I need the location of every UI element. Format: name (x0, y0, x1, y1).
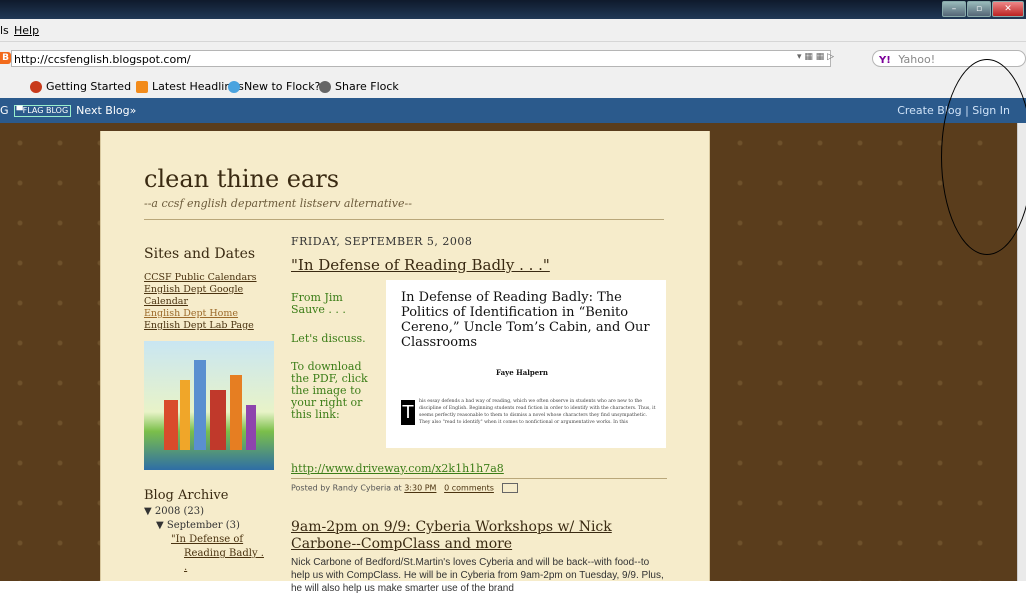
annotation-circle (941, 59, 1026, 255)
sidebar-heading: Sites and Dates (144, 246, 256, 262)
sidebar: Sites and Dates CCSF Public Calendars En… (144, 242, 274, 575)
flock-bird-icon (228, 80, 240, 93)
blog-title[interactable]: clean thine ears (144, 165, 339, 193)
blog-description: --a ccsf english department listserv alt… (144, 197, 412, 210)
drop-cap: T (401, 400, 415, 425)
bookmarks-toolbar: Getting Started Latest Headlines New to … (0, 75, 1026, 99)
archive-post-link-cont[interactable]: Reading Badly . . (184, 547, 264, 575)
paper-author: Faye Halpern (496, 368, 549, 377)
archive-month[interactable]: ▼ September (3) (156, 519, 264, 533)
sidebar-link[interactable]: English Dept Lab Page (144, 320, 264, 332)
divider (291, 478, 667, 479)
close-button[interactable]: ✕ (992, 1, 1024, 17)
share-icon (319, 80, 331, 93)
blogger-logo-fragment: G (0, 104, 9, 117)
blogger-favicon-icon: B (0, 52, 11, 64)
menu-item-help[interactable]: Help (14, 24, 39, 37)
email-post-icon[interactable] (502, 483, 519, 493)
menu-bar: ls Help (0, 19, 1026, 42)
pdf-download-link[interactable]: http://www.driveway.com/x2k1h1h7a8 (291, 462, 667, 475)
address-bar-tools-icon[interactable]: ▾ ▦ ▦ ▷ (797, 52, 834, 62)
paper-text: his essay defends a bad way of reading, … (419, 399, 656, 425)
post-date: FRIDAY, SEPTEMBER 5, 2008 (291, 235, 473, 248)
yahoo-logo-icon: Y! (879, 55, 891, 66)
post-download-text: To download the PDF, click the image to … (291, 360, 368, 421)
bookmark-getting-started[interactable]: Getting Started (30, 80, 131, 93)
post-time-link[interactable]: 3:30 PM (404, 484, 436, 493)
bookmark-label: New to Flock? (244, 80, 321, 93)
blogger-navbar: G ▀FLAG BLOG Next Blog» Create Blog | Si… (0, 98, 1026, 123)
pdf-preview-image[interactable]: In Defense of Reading Badly: The Politic… (386, 280, 666, 448)
sidebar-links: CCSF Public Calendars English Dept Googl… (144, 272, 264, 332)
post-title[interactable]: 9am-2pm on 9/9: Cyberia Workshops w/ Nic… (291, 519, 667, 553)
flag-blog-button[interactable]: ▀FLAG BLOG (13, 104, 72, 117)
post-body: From Jim Sauve . . . Let's discuss. To d… (291, 280, 667, 458)
sidebar-link[interactable]: English Dept Google Calendar (144, 284, 264, 308)
post-title[interactable]: "In Defense of Reading Badly . . ." (291, 256, 667, 274)
sidebar-link[interactable]: CCSF Public Calendars (144, 272, 264, 284)
archive-post-link[interactable]: "In Defense of (171, 533, 264, 547)
blog-archive-heading: Blog Archive (144, 488, 229, 503)
bookmark-share-flock[interactable]: Share Flock (319, 80, 399, 93)
paper-title: In Defense of Reading Badly: The Politic… (401, 290, 650, 350)
bookmark-label: Share Flock (335, 80, 399, 93)
navigation-toolbar: B http://ccsfenglish.blogspot.com/ ▾ ▦ ▦… (0, 42, 1026, 75)
archive-year[interactable]: ▼ 2008 (23) (144, 505, 264, 519)
window-titlebar: – ▫ ✕ (0, 0, 1026, 19)
post-body-text: Nick Carbone of Bedford/St.Martin's love… (291, 557, 664, 594)
post-from: From Jim Sauve . . . (291, 291, 346, 316)
city-illustration-image (144, 341, 274, 470)
divider (144, 219, 664, 220)
maximize-button[interactable]: ▫ (967, 1, 991, 17)
main-column: FRIDAY, SEPTEMBER 5, 2008 "In Defense of… (291, 235, 667, 595)
posted-by: Posted by Randy Cyberia at (291, 483, 402, 493)
flock-icon (30, 80, 42, 93)
comments-link[interactable]: 0 comments (444, 484, 494, 493)
url-text: http://ccsfenglish.blogspot.com/ (14, 53, 191, 66)
blog-content: clean thine ears --a ccsf english depart… (100, 131, 710, 594)
address-bar[interactable]: http://ccsfenglish.blogspot.com/ (11, 50, 831, 67)
minimize-button[interactable]: – (942, 1, 966, 17)
bookmark-new-to-flock[interactable]: New to Flock? (228, 80, 320, 93)
post-footer: Posted by Randy Cyberia at 3:30 PM 0 com… (291, 483, 667, 493)
post-discuss: Let's discuss. (291, 332, 366, 345)
next-blog-link[interactable]: Next Blog» (76, 104, 136, 117)
rss-icon (136, 80, 148, 93)
bookmark-label: Getting Started (46, 80, 132, 93)
search-placeholder: Yahoo! (898, 53, 936, 66)
blog-archive: ▼ 2008 (23) ▼ September (3) "In Defense … (144, 505, 264, 575)
window-controls: – ▫ ✕ (942, 1, 1024, 17)
menu-item-tools[interactable]: ls (0, 24, 9, 37)
sidebar-link[interactable]: English Dept Home (144, 308, 264, 320)
